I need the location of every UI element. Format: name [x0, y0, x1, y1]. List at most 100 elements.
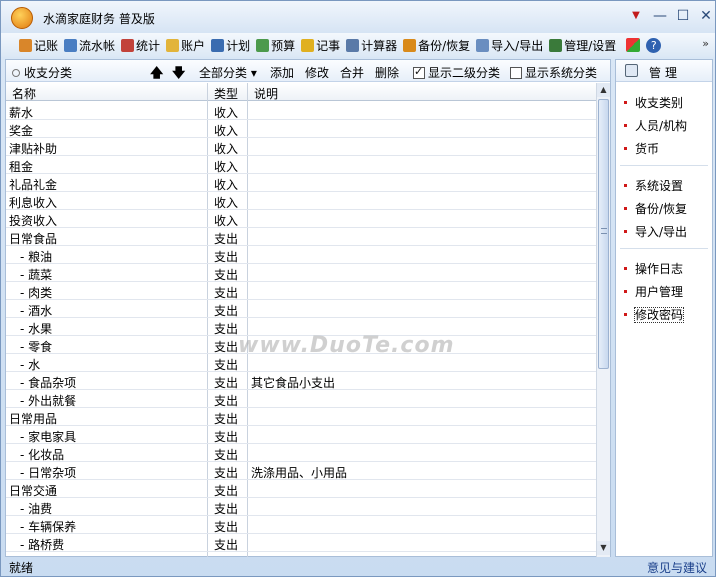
toolbar-button-0[interactable]: 记账	[19, 37, 58, 54]
sidebar-item-0-0[interactable]: 收支类别	[624, 94, 683, 111]
sidebar-item-label: 系统设置	[635, 179, 684, 193]
level2-checkbox-box[interactable]	[413, 65, 425, 79]
table-row[interactable]: - 水果 支出	[6, 318, 596, 336]
vertical-scrollbar[interactable]: ▲ ▼	[596, 83, 610, 557]
bullet-icon	[624, 124, 627, 127]
system-checkbox-box[interactable]	[510, 67, 522, 79]
merge-button[interactable]: 合并	[340, 64, 364, 81]
toolbar-button-9[interactable]: 导入/导出	[476, 37, 543, 54]
toolbar-button-10[interactable]: 管理/设置	[549, 37, 616, 54]
scroll-down-arrow-icon[interactable]: ▼	[597, 541, 610, 555]
category-type-cell: 支出	[214, 394, 239, 408]
category-name-cell: 薪水	[9, 106, 34, 120]
sidebar-item-2-2[interactable]: 修改密码	[624, 306, 685, 323]
column-header-type[interactable]: 类型	[214, 85, 238, 102]
category-name-cell: - 水果	[20, 322, 53, 336]
help-icon[interactable]: ?	[646, 37, 662, 53]
toolbar-button-label: 计划	[226, 38, 251, 53]
column-header-note[interactable]: 说明	[254, 85, 278, 102]
add-button[interactable]: 添加	[270, 64, 294, 81]
table-row[interactable]: - 车辆保养 支出	[6, 516, 596, 534]
store-icon[interactable]	[626, 38, 641, 52]
toolbar-button-5[interactable]: 预算	[256, 37, 295, 54]
table-row[interactable]: - 外出就餐 支出	[6, 390, 596, 408]
pencil-icon	[19, 38, 32, 52]
table-row[interactable]: - 日常杂项 支出 洗涤用品、小用品	[6, 462, 596, 480]
sidebar-item-2-1[interactable]: 用户管理	[624, 283, 683, 300]
toolbar-overflow-icon[interactable]: »	[702, 37, 709, 50]
table-row[interactable]: 奖金 收入	[6, 120, 596, 138]
table-row[interactable]: - 油费 支出	[6, 498, 596, 516]
note-icon	[301, 38, 315, 52]
panel-toolbar: 收支分类 🡅 🡇 全部分类 ▾ 添加 修改 合并 删除 显示二级分类 显示系统分…	[6, 60, 610, 82]
show-level2-checkbox[interactable]: 显示二级分类	[413, 64, 500, 81]
sidebar-item-2-0[interactable]: 操作日志	[624, 260, 683, 277]
bullet-icon	[624, 267, 627, 270]
sidebar-item-0-1[interactable]: 人员/机构	[624, 117, 687, 134]
bullet-icon	[624, 147, 627, 150]
table-row[interactable]: - 蔬菜 支出	[6, 264, 596, 282]
sidebar-item-1-1[interactable]: 备份/恢复	[624, 200, 687, 217]
table-row[interactable]: - 食品杂项 支出 其它食品小支出	[6, 372, 596, 390]
category-type-cell: 支出	[214, 286, 239, 300]
table-row[interactable]: 租金 收入	[6, 156, 596, 174]
sidebar-item-label: 货币	[635, 142, 660, 156]
toolbar-button-label: 预算	[271, 38, 296, 53]
table-row[interactable]: 礼品礼金 收入	[6, 174, 596, 192]
scroll-up-arrow-icon[interactable]: ▲	[597, 83, 610, 97]
toolbar-button-3[interactable]: 账户	[166, 37, 205, 54]
edit-button[interactable]: 修改	[305, 64, 329, 81]
scroll-thumb[interactable]	[598, 99, 609, 369]
bullet-icon	[624, 101, 627, 104]
table-row[interactable]: 利息收入 收入	[6, 192, 596, 210]
column-header-name[interactable]: 名称	[12, 85, 36, 102]
maximize-button[interactable]: ☐	[674, 7, 692, 25]
category-name-cell: 日常用品	[9, 412, 58, 426]
category-type-cell: 支出	[214, 232, 239, 246]
table-row[interactable]: 日常交通 支出	[6, 480, 596, 498]
category-name-cell: - 肉类	[20, 286, 53, 300]
table-row[interactable]: - 路桥费 支出	[6, 534, 596, 552]
table-row[interactable]: 日常用品 支出	[6, 408, 596, 426]
minimize-button[interactable]: —	[651, 7, 669, 25]
category-name-cell: 投资收入	[9, 214, 58, 228]
calculator-icon	[346, 38, 360, 52]
table-row[interactable]: - 酒水 支出	[6, 300, 596, 318]
filter-dropdown[interactable]: 全部分类 ▾	[199, 64, 257, 81]
toolbar-button-6[interactable]: 记事	[301, 37, 340, 54]
feedback-link[interactable]: 意见与建议	[647, 559, 707, 576]
category-type-cell: 支出	[214, 304, 239, 318]
category-type-cell: 支出	[214, 448, 239, 462]
category-type-cell: 支出	[214, 322, 239, 336]
toolbar-button-2[interactable]: 统计	[121, 37, 160, 54]
folder-icon	[166, 38, 180, 52]
table-row[interactable]: 薪水 收入	[6, 102, 596, 120]
close-button[interactable]: ✕	[697, 7, 715, 25]
ledger-icon	[64, 38, 78, 52]
info-icon	[211, 38, 225, 52]
table-row[interactable]: - 家电家具 支出	[6, 426, 596, 444]
category-name-cell: - 路桥费	[20, 538, 65, 552]
bullet-icon	[624, 207, 627, 210]
toolbar-button-4[interactable]: 计划	[211, 37, 250, 54]
status-bar: 就绪 意见与建议	[1, 558, 715, 576]
table-row[interactable]: - 水 支出	[6, 354, 596, 372]
sidebar-item-1-2[interactable]: 导入/导出	[624, 223, 687, 240]
show-system-checkbox[interactable]: 显示系统分类	[510, 64, 597, 81]
table-row[interactable]: 投资收入 收入	[6, 210, 596, 228]
table-row[interactable]: - 零食 支出	[6, 336, 596, 354]
table-row[interactable]: 津贴补助 收入	[6, 138, 596, 156]
category-table-body: 薪水 收入 奖金 收入 津贴补助 收入 租金 收入 礼品礼金 收入 利息收入 收入 投资收入 收入 日常食品…	[6, 102, 596, 557]
window-menu-button[interactable]: ▼	[627, 7, 645, 25]
toolbar-button-8[interactable]: 备份/恢复	[403, 37, 470, 54]
table-row[interactable]: - 化妆品 支出	[6, 444, 596, 462]
table-row[interactable]: - 粮油 支出	[6, 246, 596, 264]
sidebar-item-1-0[interactable]: 系统设置	[624, 177, 683, 194]
toolbar-button-1[interactable]: 流水帐	[64, 37, 115, 54]
sidebar-item-0-2[interactable]: 货币	[624, 140, 659, 157]
toolbar-button-7[interactable]: 计算器	[346, 37, 397, 54]
table-row[interactable]: - 肉类 支出	[6, 282, 596, 300]
table-row[interactable]: 日常食品 支出	[6, 228, 596, 246]
delete-button[interactable]: 删除	[375, 64, 399, 81]
category-type-cell: 支出	[214, 502, 239, 516]
